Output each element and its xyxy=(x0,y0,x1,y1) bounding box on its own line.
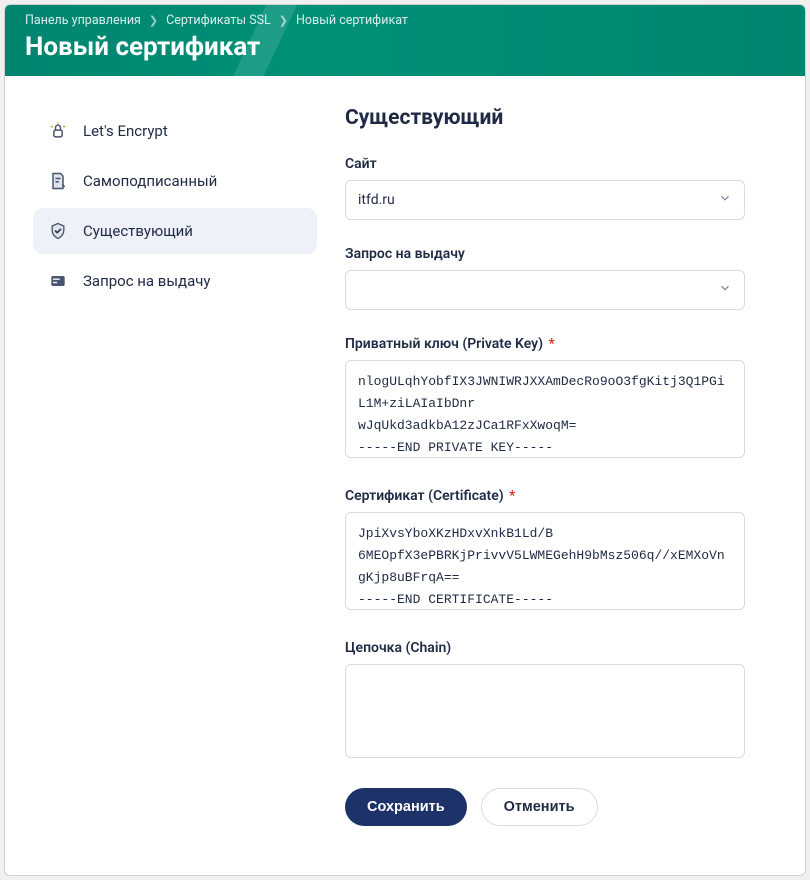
private-key-label: Приватный ключ (Private Key) * xyxy=(345,336,745,352)
existing-icon xyxy=(47,220,69,242)
sidebar-item-letsencrypt[interactable]: Let's Encrypt xyxy=(33,108,317,154)
letsencrypt-icon xyxy=(47,120,69,142)
chevron-right-icon: ❯ xyxy=(279,14,288,27)
chain-label: Цепочка (Chain) xyxy=(345,640,745,656)
sidebar-item-label: Let's Encrypt xyxy=(83,122,168,140)
sidebar: Let's Encrypt Самоподписанный xyxy=(5,76,335,875)
main-form: Существующий Сайт itfd.ru Запрос на выда… xyxy=(335,76,805,875)
breadcrumb: Панель управления ❯ Сертификаты SSL ❯ Но… xyxy=(25,13,785,28)
chevron-down-icon xyxy=(718,191,732,209)
required-marker: * xyxy=(545,336,555,352)
field-site: Сайт itfd.ru xyxy=(345,156,745,220)
breadcrumb-item[interactable]: Новый сертификат xyxy=(296,13,408,28)
chain-textarea[interactable] xyxy=(345,664,745,758)
app-window: Панель управления ❯ Сертификаты SSL ❯ Но… xyxy=(4,4,806,876)
sidebar-item-csr[interactable]: Запрос на выдачу xyxy=(33,258,317,304)
selfsigned-icon xyxy=(47,170,69,192)
field-chain: Цепочка (Chain) xyxy=(345,640,745,762)
page-title: Новый сертификат xyxy=(25,32,785,62)
breadcrumb-item[interactable]: Сертификаты SSL xyxy=(166,13,271,28)
sidebar-item-existing[interactable]: Существующий xyxy=(33,208,317,254)
certificate-label: Сертификат (Certificate) * xyxy=(345,488,745,504)
field-csr: Запрос на выдачу xyxy=(345,246,745,310)
site-label: Сайт xyxy=(345,156,745,172)
site-select[interactable]: itfd.ru xyxy=(345,180,745,220)
sidebar-item-selfsigned[interactable]: Самоподписанный xyxy=(33,158,317,204)
private-key-textarea[interactable] xyxy=(345,360,745,458)
csr-select[interactable] xyxy=(345,270,745,310)
sidebar-item-label: Самоподписанный xyxy=(83,172,217,190)
certificate-textarea[interactable] xyxy=(345,512,745,610)
sidebar-item-label: Существующий xyxy=(83,222,193,240)
form-buttons: Сохранить Отменить xyxy=(345,788,745,826)
sidebar-item-label: Запрос на выдачу xyxy=(83,272,211,290)
form-title: Существующий xyxy=(345,106,745,130)
csr-icon xyxy=(47,270,69,292)
header: Панель управления ❯ Сертификаты SSL ❯ Но… xyxy=(5,5,805,76)
required-marker: * xyxy=(506,488,516,504)
field-certificate: Сертификат (Certificate) * xyxy=(345,488,745,614)
chevron-right-icon: ❯ xyxy=(149,14,158,27)
save-button[interactable]: Сохранить xyxy=(345,788,467,826)
cancel-button[interactable]: Отменить xyxy=(481,788,598,826)
field-private-key: Приватный ключ (Private Key) * xyxy=(345,336,745,462)
breadcrumb-item[interactable]: Панель управления xyxy=(25,13,141,28)
site-value: itfd.ru xyxy=(358,192,395,208)
csr-label: Запрос на выдачу xyxy=(345,246,745,262)
chevron-down-icon xyxy=(718,281,732,299)
body: Let's Encrypt Самоподписанный xyxy=(5,76,805,875)
